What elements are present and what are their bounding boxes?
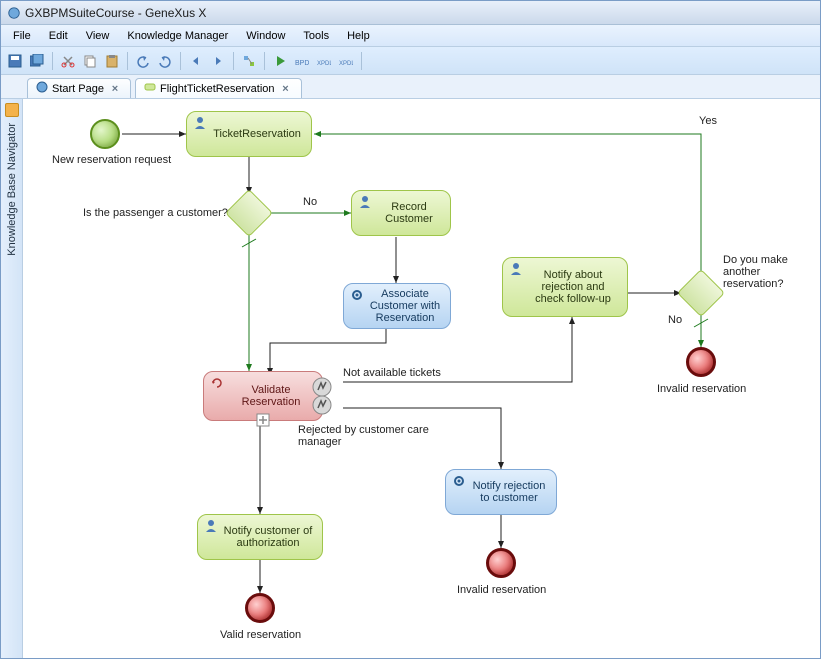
forward-icon[interactable] (208, 51, 228, 71)
toolbar-separator (180, 52, 181, 70)
edge-label-no2: No (668, 314, 682, 326)
menu-edit[interactable]: Edit (41, 28, 76, 44)
bpd-icon[interactable]: BPD (292, 51, 312, 71)
task-label: TicketReservation (213, 128, 301, 140)
save-icon[interactable] (5, 51, 25, 71)
gateway-label: Do you make another reservation? (723, 254, 818, 290)
gear-icon (350, 288, 364, 302)
globe-icon (36, 81, 48, 96)
edge-label-yes: Yes (699, 115, 717, 127)
task-notify-reject-customer[interactable]: Notify rejection to customer (445, 469, 557, 515)
diagram-icon[interactable] (239, 51, 259, 71)
titlebar: GXBPMSuiteCourse - GeneXus X (1, 1, 820, 25)
kb-icon (5, 103, 19, 117)
subprocess-marker-icon (256, 413, 270, 427)
app-window: GXBPMSuiteCourse - GeneXus X File Edit V… (0, 0, 821, 659)
tab-label: FlightTicketReservation (160, 83, 275, 95)
app-icon (7, 6, 21, 20)
task-label: Notify customer of authorization (222, 525, 314, 549)
sidebar-label: Knowledge Base Navigator (6, 123, 18, 256)
user-icon (509, 262, 523, 276)
toolbar: BPD XPDL XPDL (1, 47, 820, 75)
save-all-icon[interactable] (27, 51, 47, 71)
task-ticket-reservation[interactable]: TicketReservation (186, 111, 312, 157)
sidebar-kb-navigator[interactable]: Knowledge Base Navigator (1, 99, 23, 658)
svg-text:XPDL: XPDL (317, 61, 331, 67)
start-event-label: New reservation request (52, 154, 171, 166)
tab-label: Start Page (52, 83, 104, 95)
gear-icon (452, 474, 466, 488)
close-icon[interactable]: × (108, 82, 122, 96)
user-icon (358, 195, 372, 209)
tab-start-page[interactable]: Start Page × (27, 78, 131, 98)
paste-icon[interactable] (102, 51, 122, 71)
task-record-customer[interactable]: Record Customer (351, 190, 451, 236)
toolbar-separator (264, 52, 265, 70)
user-icon (204, 519, 218, 533)
error-event-icon (312, 395, 332, 415)
xpdl-export-icon[interactable]: XPDL (336, 51, 356, 71)
menu-knowledge-manager[interactable]: Knowledge Manager (119, 28, 236, 44)
bpmn-canvas[interactable]: New reservation request TicketReservatio… (23, 99, 820, 658)
task-validate-reservation[interactable]: Validate Reservation (203, 371, 323, 421)
task-label: Validate Reservation (228, 384, 314, 408)
task-notify-reject-followup[interactable]: Notify about rejection and check follow-… (502, 257, 628, 317)
menu-file[interactable]: File (5, 28, 39, 44)
edge-label-not-available: Not available tickets (343, 367, 441, 379)
undo-icon[interactable] (133, 51, 153, 71)
task-associate-customer[interactable]: Associate Customer with Reservation (343, 283, 451, 329)
tabstrip: Start Page × FlightTicketReservation × (1, 75, 820, 99)
error-event-icon (312, 377, 332, 397)
svg-text:BPD: BPD (295, 60, 309, 67)
end-event-invalid-2[interactable] (486, 548, 516, 578)
menu-window[interactable]: Window (238, 28, 293, 44)
end-label: Invalid reservation (657, 383, 746, 395)
redo-icon[interactable] (155, 51, 175, 71)
user-icon (193, 116, 207, 130)
task-label: Record Customer (376, 201, 442, 225)
menu-tools[interactable]: Tools (295, 28, 337, 44)
run-icon[interactable] (270, 51, 290, 71)
gateway-label: Is the passenger a customer? (83, 207, 228, 219)
window-title: GXBPMSuiteCourse - GeneXus X (25, 6, 206, 20)
tab-flight-ticket-reservation[interactable]: FlightTicketReservation × (135, 78, 302, 98)
cut-icon[interactable] (58, 51, 78, 71)
toolbar-separator (361, 52, 362, 70)
process-icon (144, 81, 156, 96)
main-body: Knowledge Base Navigator (1, 99, 820, 658)
copy-icon[interactable] (80, 51, 100, 71)
task-label: Associate Customer with Reservation (368, 288, 442, 324)
task-label: Notify about rejection and check follow-… (527, 269, 619, 305)
toolbar-separator (127, 52, 128, 70)
start-event[interactable] (90, 119, 120, 149)
back-icon[interactable] (186, 51, 206, 71)
menu-help[interactable]: Help (339, 28, 378, 44)
task-notify-authorization[interactable]: Notify customer of authorization (197, 514, 323, 560)
loop-icon (210, 376, 224, 390)
toolbar-separator (52, 52, 53, 70)
edge-label-no: No (303, 196, 317, 208)
edge-label-rejected-by: Rejected by customer care manager (298, 424, 448, 448)
close-icon[interactable]: × (279, 82, 293, 96)
end-event-invalid-1[interactable] (686, 347, 716, 377)
end-label: Valid reservation (220, 629, 301, 641)
end-label: Invalid reservation (457, 584, 546, 596)
svg-text:XPDL: XPDL (339, 61, 353, 67)
end-event-valid[interactable] (245, 593, 275, 623)
menubar: File Edit View Knowledge Manager Window … (1, 25, 820, 47)
task-label: Notify rejection to customer (470, 480, 548, 504)
menu-view[interactable]: View (78, 28, 118, 44)
xpdl-import-icon[interactable]: XPDL (314, 51, 334, 71)
toolbar-separator (233, 52, 234, 70)
